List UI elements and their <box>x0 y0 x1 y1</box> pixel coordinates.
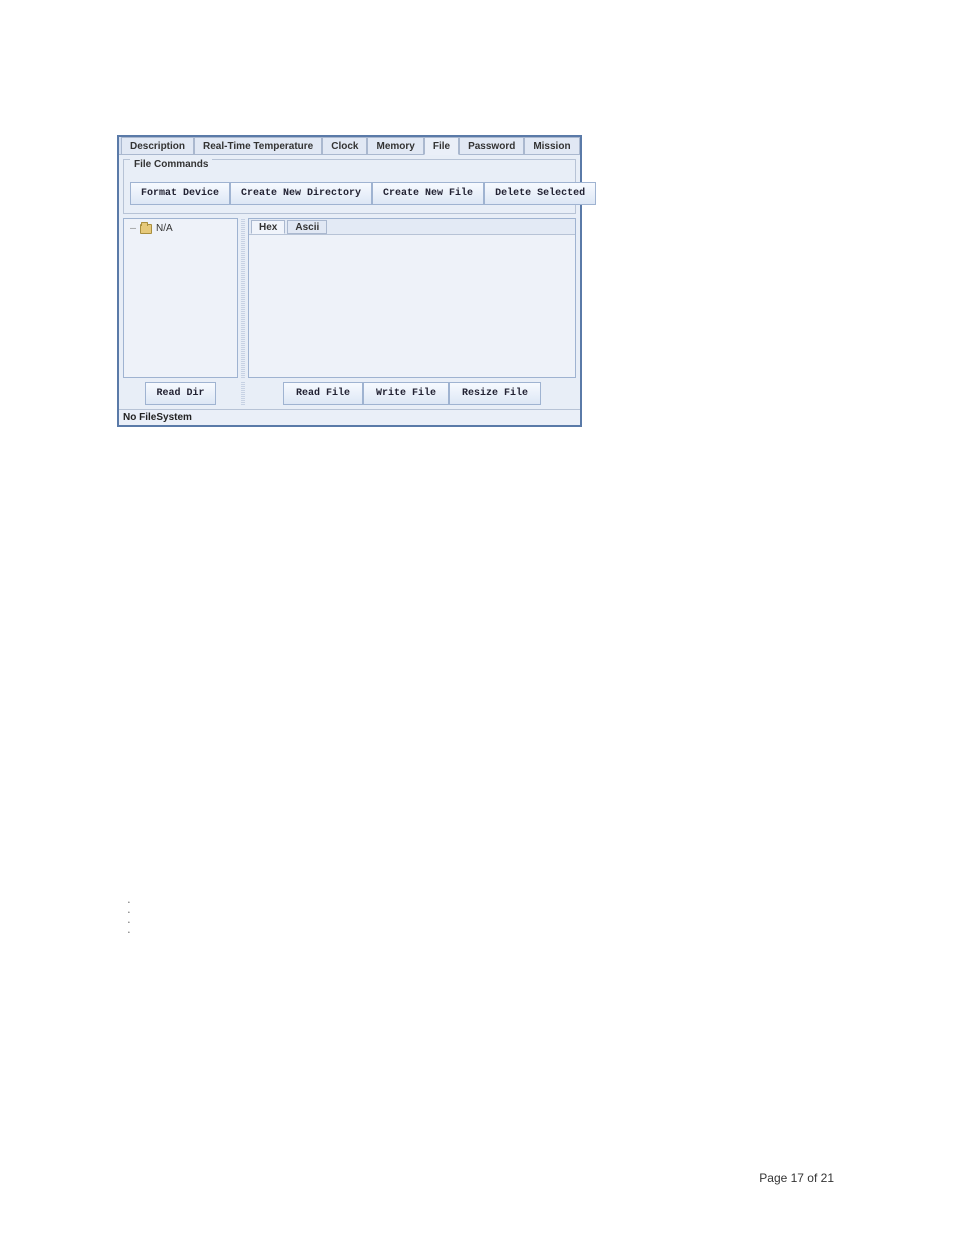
tab-ascii[interactable]: Ascii <box>287 220 327 234</box>
page-footer: Page 17 of 21 <box>759 1171 834 1185</box>
tab-memory[interactable]: Memory <box>367 137 423 154</box>
tree-root-label: N/A <box>156 223 173 234</box>
file-ops-buttons: Read File Write File Resize File <box>248 382 576 405</box>
file-commands-legend: File Commands <box>130 159 212 170</box>
splitter-handle-bottom[interactable] <box>241 382 245 405</box>
tab-clock[interactable]: Clock <box>322 137 367 154</box>
create-new-directory-button[interactable]: Create New Directory <box>230 182 372 205</box>
tab-file[interactable]: File <box>424 137 459 155</box>
read-dir-button[interactable]: Read Dir <box>145 382 215 405</box>
directory-tree[interactable]: — N/A <box>123 218 238 378</box>
app-window: Description Real-Time Temperature Clock … <box>117 135 582 427</box>
tab-description[interactable]: Description <box>121 137 194 154</box>
bottom-button-row: Read Dir Read File Write File Resize Fil… <box>123 382 576 405</box>
format-device-button[interactable]: Format Device <box>130 182 230 205</box>
main-tabs: Description Real-Time Temperature Clock … <box>119 137 580 155</box>
tab-password[interactable]: Password <box>459 137 524 154</box>
tab-hex[interactable]: Hex <box>251 220 285 234</box>
tree-connector-icon: — <box>130 223 136 234</box>
content-panel: Hex Ascii <box>248 218 576 378</box>
file-commands-buttons: Format Device Create New Directory Creat… <box>130 182 569 205</box>
resize-file-button[interactable]: Resize File <box>449 382 541 405</box>
tree-root-node[interactable]: — N/A <box>130 223 231 234</box>
file-commands-group: File Commands Format Device Create New D… <box>123 159 576 214</box>
status-bar: No FileSystem <box>119 409 580 425</box>
tab-realtime-temperature[interactable]: Real-Time Temperature <box>194 137 322 154</box>
splitter-handle[interactable] <box>241 218 245 378</box>
bullet-marks: •••• <box>128 898 130 938</box>
tab-mission[interactable]: Mission <box>524 137 579 154</box>
delete-selected-button[interactable]: Delete Selected <box>484 182 596 205</box>
read-file-button[interactable]: Read File <box>283 382 363 405</box>
create-new-file-button[interactable]: Create New File <box>372 182 484 205</box>
write-file-button[interactable]: Write File <box>363 382 449 405</box>
hex-content-area[interactable] <box>249 235 575 377</box>
read-dir-cell: Read Dir <box>123 382 238 405</box>
middle-panel: — N/A Hex Ascii <box>123 218 576 378</box>
folder-icon <box>140 224 152 234</box>
content-view-tabs: Hex Ascii <box>249 219 575 235</box>
